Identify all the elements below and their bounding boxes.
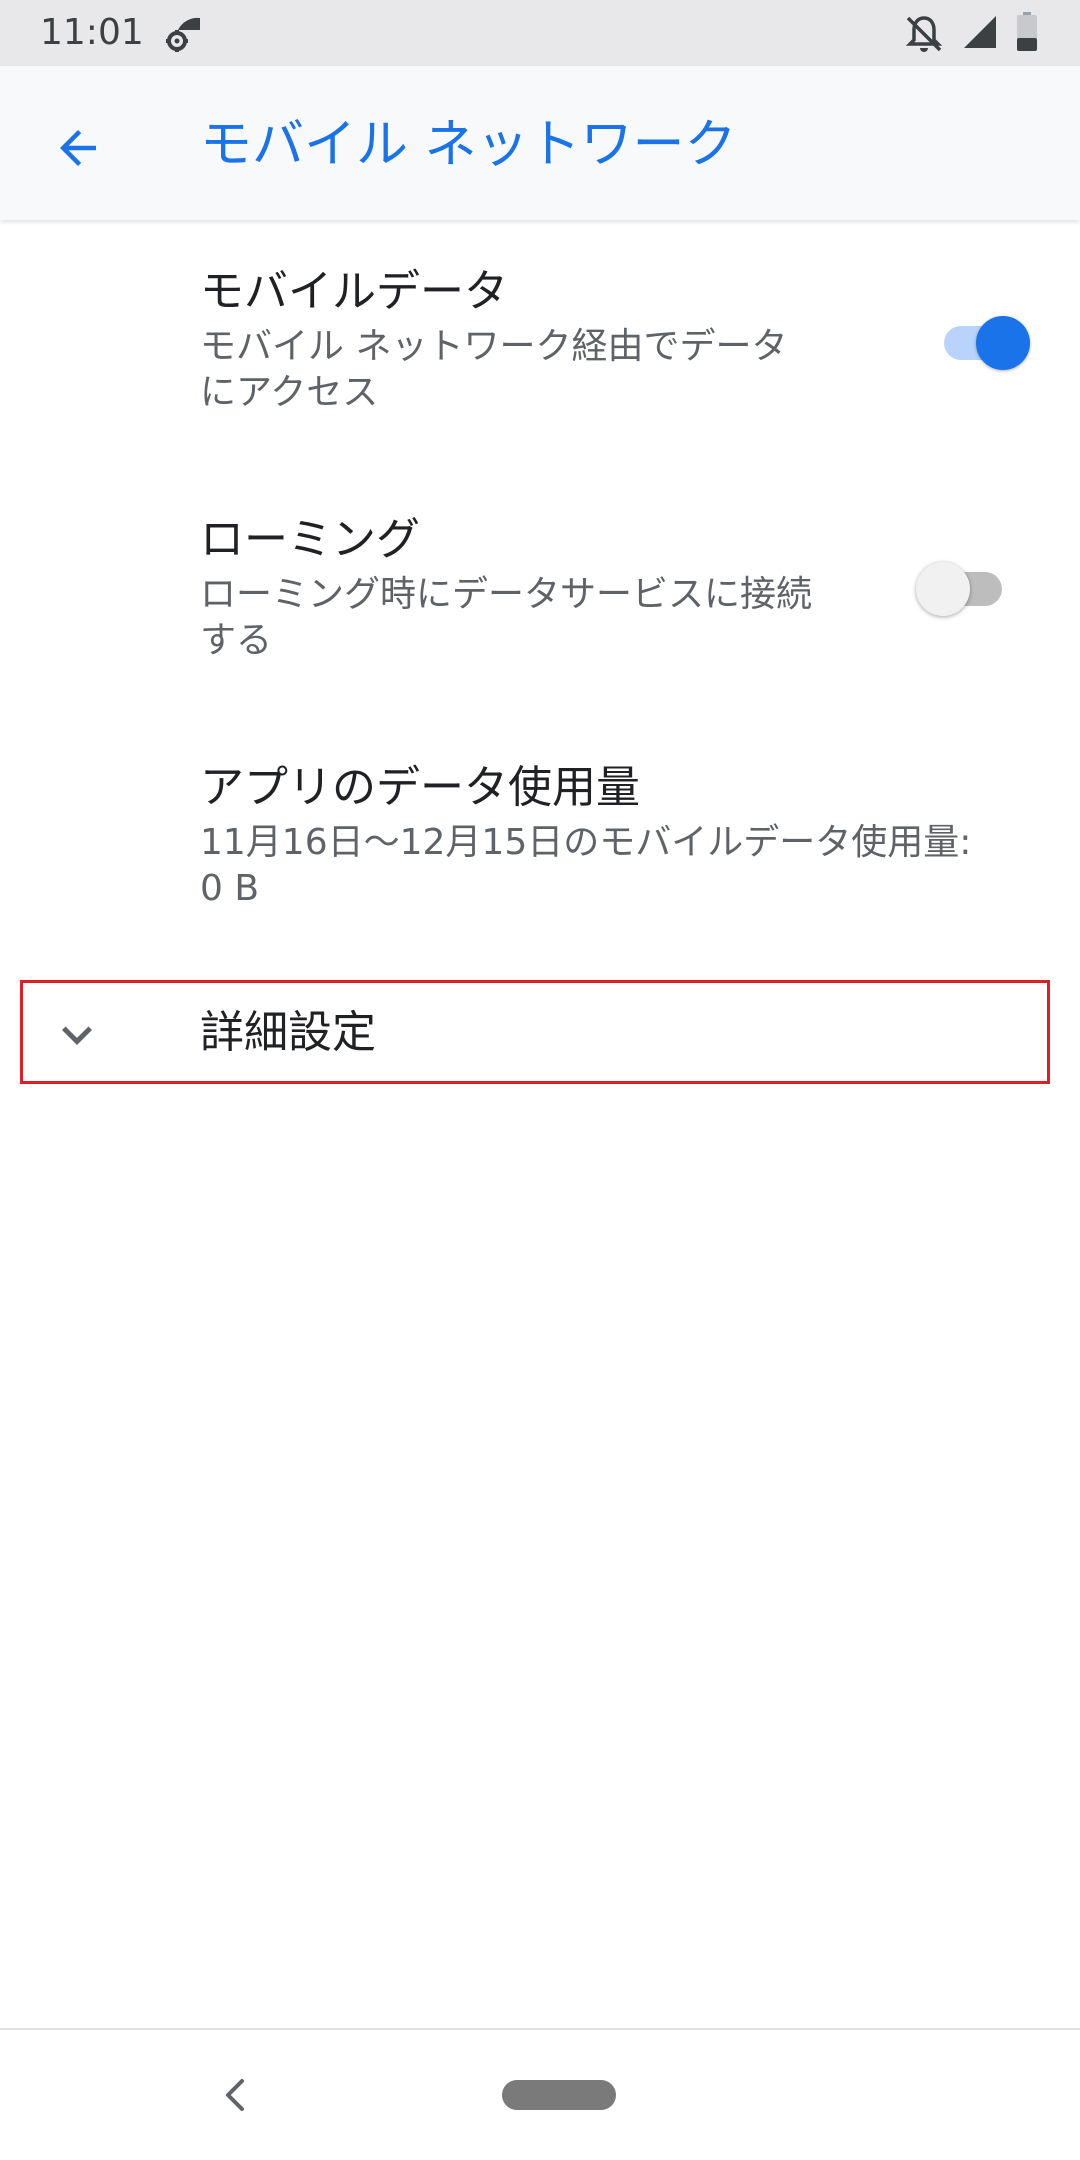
back-button[interactable] bbox=[36, 106, 120, 190]
roaming-summary-line2: する bbox=[200, 620, 273, 661]
mobile-data-title: モバイルデータ bbox=[200, 266, 508, 317]
chevron-down-icon bbox=[62, 1026, 92, 1045]
notifications-off-icon bbox=[905, 16, 943, 52]
toggle-thumb bbox=[916, 562, 970, 616]
home-pill-icon[interactable] bbox=[502, 2080, 616, 2110]
app-data-usage-title: アプリのデータ使用量 bbox=[200, 762, 640, 813]
app-data-usage-summary-line1: 11月16日〜12月15日のモバイルデータ使用量: bbox=[200, 822, 972, 863]
app-data-usage-preference[interactable]: アプリのデータ使用量 11月16日〜12月15日のモバイルデータ使用量: 0 B bbox=[0, 746, 1080, 946]
settings-wifi-icon bbox=[166, 17, 200, 52]
app-bar: モバイル ネットワーク bbox=[0, 66, 1080, 220]
status-bar: 11:01 bbox=[0, 0, 1080, 66]
advanced-settings-item[interactable]: 詳細設定 bbox=[20, 980, 1050, 1084]
arrow-back-icon bbox=[60, 130, 96, 166]
mobile-data-summary-line2: にアクセス bbox=[200, 372, 379, 413]
signal-icon bbox=[964, 16, 996, 48]
toggle-thumb bbox=[976, 316, 1030, 370]
battery-icon bbox=[1017, 12, 1037, 51]
page-title: モバイル ネットワーク bbox=[200, 115, 737, 175]
nav-back-icon bbox=[226, 2079, 244, 2111]
roaming-toggle[interactable] bbox=[916, 558, 1016, 618]
roaming-preference[interactable]: ローミング ローミング時にデータサービスに接続 する bbox=[0, 498, 1080, 698]
nav-divider bbox=[0, 2028, 1080, 2030]
mobile-data-preference[interactable]: モバイルデータ モバイル ネットワーク経由でデータ にアクセス bbox=[0, 250, 1080, 450]
mobile-data-toggle[interactable] bbox=[930, 312, 1030, 372]
mobile-data-summary-line1: モバイル ネットワーク経由でデータ bbox=[200, 326, 788, 367]
app-data-usage-summary-line2: 0 B bbox=[200, 868, 260, 909]
roaming-summary-line1: ローミング時にデータサービスに接続 bbox=[200, 574, 813, 615]
advanced-settings-label: 詳細設定 bbox=[200, 1007, 376, 1058]
roaming-title: ローミング bbox=[200, 514, 420, 565]
status-time: 11:01 bbox=[40, 12, 144, 53]
nav-back-button[interactable] bbox=[205, 2060, 265, 2130]
